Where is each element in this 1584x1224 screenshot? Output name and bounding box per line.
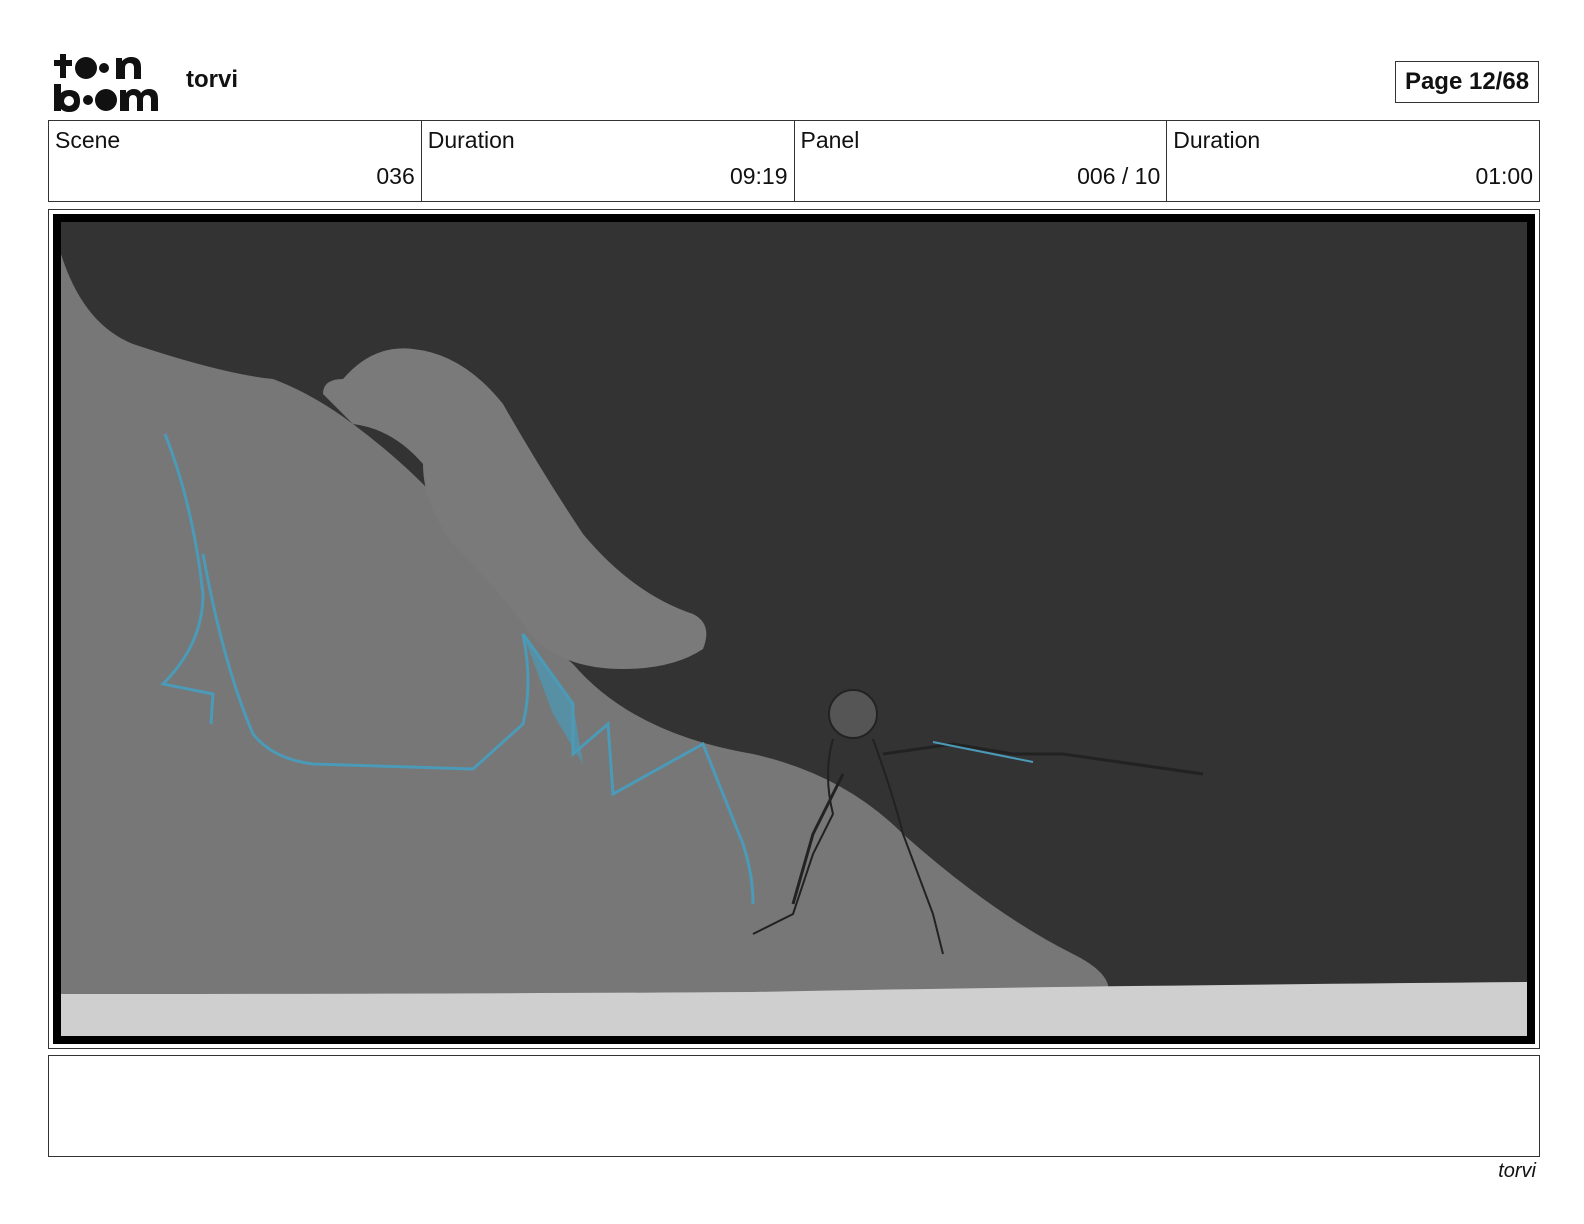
project-title: torvi [186,66,239,93]
scene-info-row: Scene 036 Duration 09:19 Panel 006 / 10 … [48,120,1540,202]
panel-duration-label: Duration [1173,127,1261,153]
panel-duration-cell: Duration 01:00 [1167,121,1539,201]
panel-label: Panel [800,127,860,153]
scene-duration-label: Duration [427,127,515,153]
page-indicator: Page 12/68 [1395,61,1539,103]
scene-duration-cell: Duration 09:19 [422,121,795,201]
panel-drawing [61,222,1527,1036]
panel-duration-value: 01:00 [1475,163,1533,189]
toon-boom-logo [52,52,164,112]
footer-project-name: torvi [1498,1160,1536,1182]
panel-cell: Panel 006 / 10 [795,121,1168,201]
storyboard-panel-image [53,214,1535,1044]
storyboard-panel-frame [48,209,1540,1049]
scene-duration-value: 09:19 [729,163,788,189]
scene-value: 036 [376,163,415,189]
scene-cell: Scene 036 [49,121,422,201]
scene-label: Scene [55,127,121,153]
panel-value: 006 / 10 [1077,163,1161,189]
panel-notes-box [48,1055,1540,1157]
